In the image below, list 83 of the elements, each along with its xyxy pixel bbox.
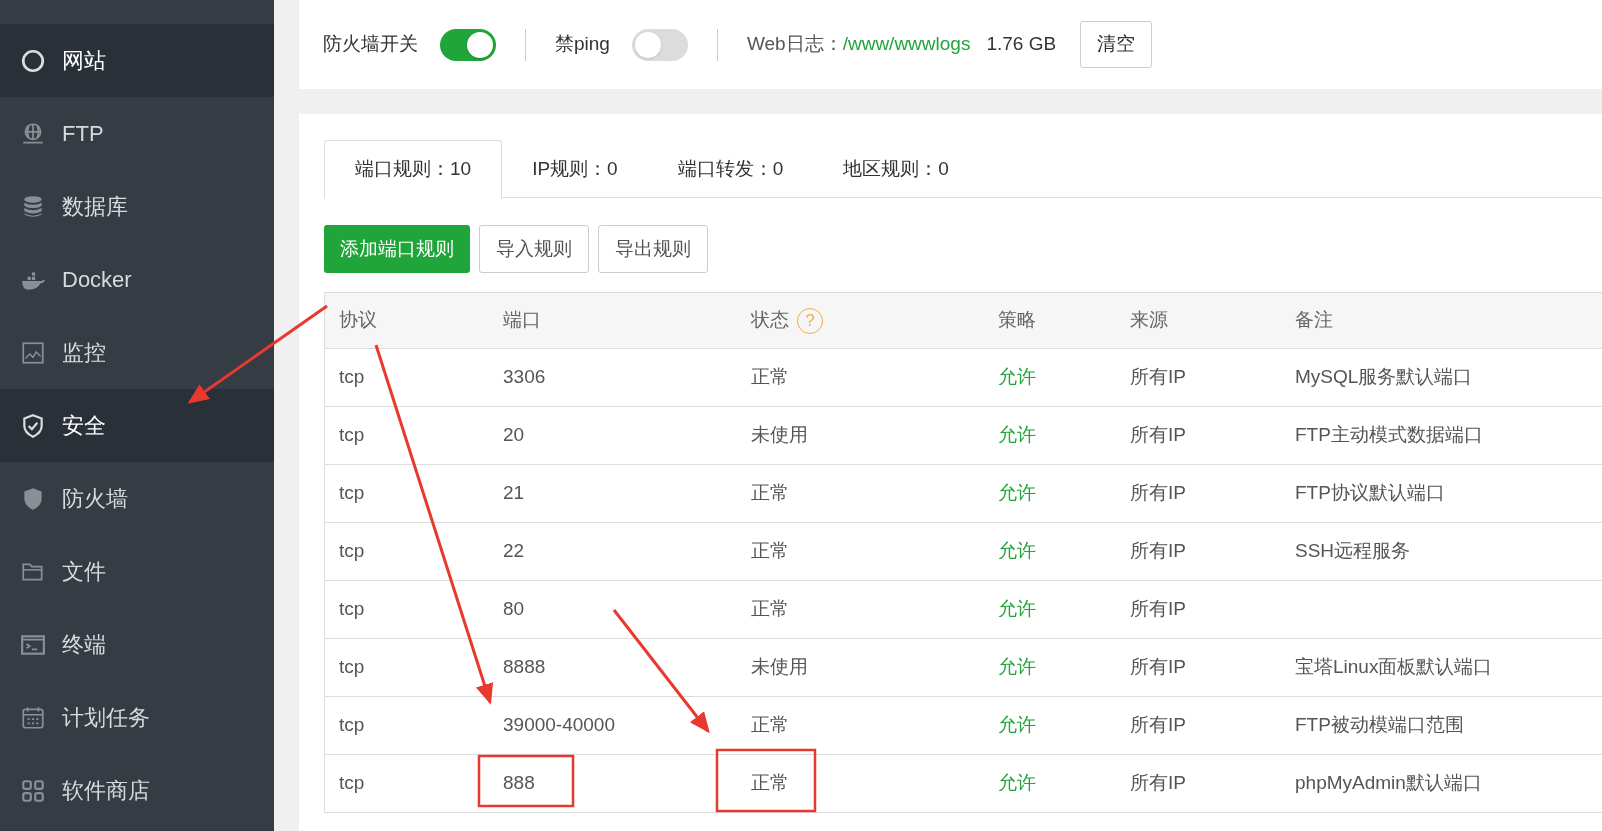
- table-cell: 22: [503, 540, 525, 562]
- grid-icon: [20, 777, 46, 804]
- clear-button[interactable]: 清空: [1080, 21, 1153, 68]
- table-cell: 允许: [998, 482, 1036, 504]
- sidebar-item[interactable]: 监控: [0, 316, 274, 389]
- sidebar-item[interactable]: 文件: [0, 535, 274, 608]
- table-cell: 21: [503, 482, 525, 504]
- toggle-switch[interactable]: [440, 28, 496, 61]
- table-cell: 8888: [503, 656, 546, 678]
- table-cell: FTP被动模端口范围: [1295, 714, 1464, 736]
- table-cell: phpMyAdmin默认端口: [1295, 772, 1482, 794]
- table-cell: 所有IP: [1130, 714, 1186, 736]
- table-cell: 允许: [998, 366, 1036, 388]
- table-cell: FTP协议默认端口: [1295, 482, 1445, 504]
- table-cell: tcp: [339, 656, 365, 678]
- shield-check-icon: [20, 412, 46, 439]
- column-header: 端口: [503, 308, 541, 333]
- table-cell: tcp: [339, 424, 365, 446]
- table-cell: tcp: [339, 598, 365, 620]
- table-cell: 所有IP: [1130, 772, 1186, 794]
- rule-button[interactable]: 导入规则: [479, 225, 589, 273]
- table-cell: 正常: [751, 772, 789, 794]
- sidebar-item[interactable]: 防火墙: [0, 462, 274, 535]
- table-cell: 所有IP: [1130, 656, 1186, 678]
- calendar-icon: [20, 704, 46, 731]
- log-size: 1.76 GB: [986, 32, 1057, 57]
- table-cell: tcp: [339, 540, 365, 562]
- table-cell: 3306: [503, 366, 546, 388]
- tab[interactable]: IP规则：0: [502, 140, 648, 198]
- switch-label: 禁ping: [555, 32, 610, 57]
- switch-label: 防火墙开关: [323, 32, 418, 57]
- chart-icon: [20, 339, 46, 366]
- table-cell: 允许: [998, 656, 1036, 678]
- table-cell: FTP主动模式数据端口: [1295, 424, 1483, 446]
- table-cell: 正常: [751, 366, 789, 388]
- column-header: 状态: [751, 308, 789, 333]
- log-label: Web日志：: [746, 32, 843, 57]
- column-header: 策略: [998, 308, 1036, 333]
- table-cell: 允许: [998, 424, 1036, 446]
- sidebar-item[interactable]: 数据库: [0, 170, 274, 243]
- table-cell: 宝塔Linux面板默认端口: [1295, 656, 1493, 678]
- table-cell: 20: [503, 424, 525, 446]
- table-cell: 888: [503, 772, 535, 794]
- table-cell: SSH远程服务: [1295, 540, 1411, 562]
- column-header: 来源: [1130, 308, 1168, 333]
- table-cell: 所有IP: [1130, 366, 1186, 388]
- rule-button[interactable]: 导出规则: [598, 225, 708, 273]
- table-cell: tcp: [339, 366, 365, 388]
- sidebar-item[interactable]: 终端: [0, 608, 274, 681]
- sidebar-item[interactable]: 网站: [0, 24, 274, 97]
- sidebar-item[interactable]: 安全: [0, 389, 274, 462]
- table-cell: 正常: [751, 714, 789, 736]
- table-cell: 39000-40000: [503, 714, 615, 736]
- table-cell: 所有IP: [1130, 540, 1186, 562]
- tab[interactable]: 地区规则：0: [813, 140, 979, 198]
- sidebar-item[interactable]: Docker: [0, 243, 274, 316]
- sidebar-item[interactable]: 软件商店: [0, 754, 274, 827]
- table-cell: 允许: [998, 540, 1036, 562]
- table-cell: 所有IP: [1130, 482, 1186, 504]
- column-header: 协议: [339, 308, 377, 333]
- table-cell: 80: [503, 598, 525, 620]
- table-cell: 未使用: [751, 424, 808, 446]
- table-cell: MySQL服务默认端口: [1295, 366, 1473, 388]
- table-cell: tcp: [339, 714, 365, 736]
- tab[interactable]: 端口转发：0: [647, 140, 814, 198]
- table-cell: 所有IP: [1130, 424, 1186, 446]
- table-cell: 允许: [998, 772, 1036, 794]
- column-header: 备注: [1295, 308, 1333, 333]
- table-cell: 所有IP: [1130, 598, 1186, 620]
- circle-icon: [20, 47, 46, 74]
- table-cell: 允许: [998, 714, 1036, 736]
- table-cell: tcp: [339, 772, 365, 794]
- table-cell: 正常: [751, 482, 789, 504]
- table-cell: 正常: [751, 540, 789, 562]
- table-cell: 未使用: [751, 656, 808, 678]
- table-cell: 允许: [998, 598, 1036, 620]
- table-cell: tcp: [339, 482, 365, 504]
- toggle-switch[interactable]: [631, 28, 688, 61]
- table-cell: 正常: [751, 598, 789, 620]
- sidebar-item[interactable]: FTP: [0, 97, 274, 170]
- sidebar-item[interactable]: 计划任务: [0, 681, 274, 754]
- globe-icon: [20, 120, 46, 147]
- tab[interactable]: 端口规则：10: [324, 140, 503, 199]
